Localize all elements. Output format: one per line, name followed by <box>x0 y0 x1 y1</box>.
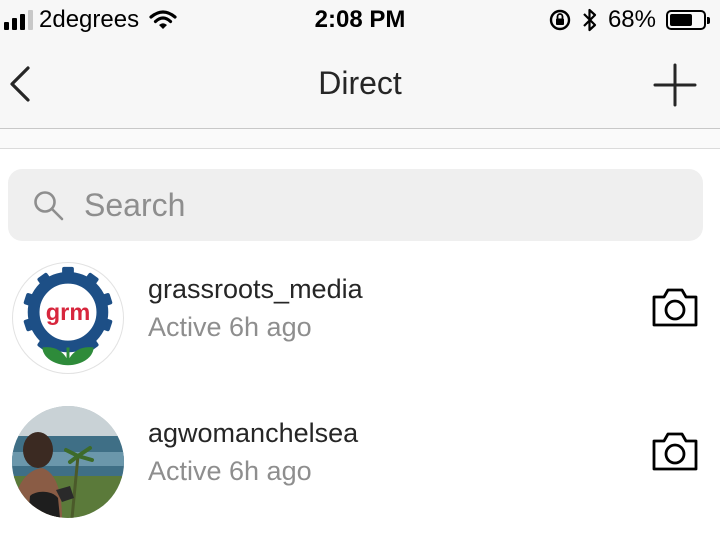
search-bar[interactable] <box>8 169 703 241</box>
thread-row-agwomanchelsea[interactable]: agwomanchelsea Active 6h ago <box>0 398 720 528</box>
page-title: Direct <box>318 65 402 101</box>
search-icon <box>34 191 64 221</box>
camera-icon <box>652 288 698 327</box>
status-bar: 2degrees 2:08 PM 68% <box>0 0 720 40</box>
thread-username: agwomanchelsea <box>148 418 359 448</box>
camera-button[interactable] <box>650 429 700 473</box>
status-right-group: 68% <box>548 6 710 34</box>
camera-button[interactable] <box>650 285 700 329</box>
gear-logo-icon: grm <box>23 266 113 366</box>
battery-level-fill <box>670 14 692 26</box>
camera-icon <box>652 432 698 471</box>
battery-percent: 68% <box>607 6 656 33</box>
logo-text: grm <box>46 299 91 325</box>
profile-photo <box>12 406 124 518</box>
plus-icon <box>653 63 697 107</box>
orientation-lock-icon <box>549 9 571 31</box>
nav-bar: Direct <box>0 40 720 129</box>
battery-icon <box>666 10 710 30</box>
bluetooth-icon <box>583 8 597 32</box>
nav-divider <box>0 129 720 149</box>
new-message-button[interactable] <box>652 62 698 108</box>
thread-username: grassroots_media <box>148 274 363 304</box>
search-input[interactable] <box>84 183 684 227</box>
thread-activity-status: Active 6h ago <box>148 456 312 486</box>
thread-row-grassroots-media[interactable]: grm grassroots_media Active 6h ago <box>0 254 720 384</box>
thread-activity-status: Active 6h ago <box>148 312 312 342</box>
avatar[interactable]: grm <box>12 262 124 374</box>
avatar[interactable] <box>12 406 124 518</box>
battery-nub <box>707 17 710 24</box>
